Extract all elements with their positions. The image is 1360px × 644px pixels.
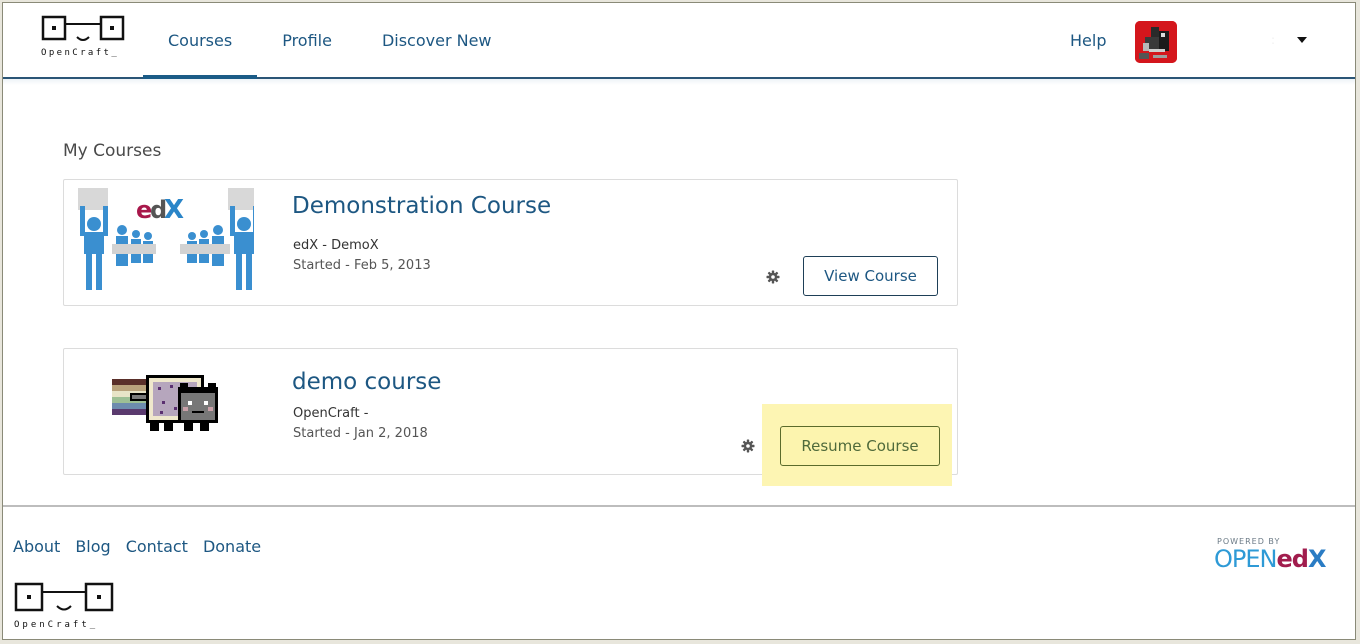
edx-puzzle-people-icon: e d X <box>78 188 258 290</box>
logo-text: OpenCraft_ <box>41 48 120 58</box>
nyan-cat-icon <box>112 375 218 431</box>
course-org: edX - DemoX <box>293 238 379 253</box>
main-nav: Courses Profile Discover New <box>143 3 517 79</box>
course-org: OpenCraft - <box>293 406 369 421</box>
course-image-nyan-cat[interactable] <box>74 353 254 469</box>
footer-link-blog[interactable]: Blog <box>75 537 110 556</box>
gear-icon[interactable] <box>741 438 755 453</box>
svg-text:X: X <box>164 195 184 225</box>
footer-link-about[interactable]: About <box>13 537 60 556</box>
view-course-button[interactable]: View Course <box>803 256 938 296</box>
powered-by-open-edx-logo[interactable]: POWERED BY OPENedX <box>1210 537 1340 577</box>
help-link[interactable]: Help <box>1070 31 1106 50</box>
opencraft-glasses-icon <box>14 582 114 612</box>
course-start-date: Started - Feb 5, 2013 <box>293 258 431 273</box>
open-text: OPEN <box>1214 545 1277 573</box>
x-text: X <box>1307 545 1326 573</box>
avatar-image-icon <box>1135 21 1177 63</box>
footer-link-contact[interactable]: Contact <box>126 537 188 556</box>
footer-link-donate[interactable]: Donate <box>203 537 261 556</box>
caret-down-icon[interactable] <box>1297 37 1307 43</box>
opencraft-logo[interactable]: OpenCraft_ <box>41 15 125 63</box>
ed-text: ed <box>1276 545 1308 573</box>
page: OpenCraft_ Courses Profile Discover New … <box>2 2 1356 640</box>
footer-opencraft-logo[interactable]: OpenCraft_ <box>14 582 114 632</box>
footer-nav: About Blog Contact Donate <box>13 537 261 556</box>
logo-text: OpenCraft_ <box>14 620 99 630</box>
gear-icon[interactable] <box>766 269 780 284</box>
resume-course-button[interactable]: Resume Course <box>780 426 940 466</box>
header-shadow <box>3 79 1355 85</box>
site-header: OpenCraft_ Courses Profile Discover New … <box>3 3 1355 79</box>
nav-profile[interactable]: Profile <box>257 3 357 77</box>
course-start-date: Started - Jan 2, 2018 <box>293 426 428 441</box>
course-card: e d X Demonstration Course edX - DemoX S… <box>63 179 958 306</box>
course-title-link[interactable]: Demonstration Course <box>292 193 551 219</box>
course-title-link[interactable]: demo course <box>292 369 441 395</box>
opencraft-glasses-icon <box>41 15 125 41</box>
my-courses-heading: My Courses <box>63 141 162 161</box>
nav-courses[interactable]: Courses <box>143 3 258 79</box>
user-avatar[interactable] <box>1135 21 1177 63</box>
course-image-edx[interactable]: e d X <box>74 184 258 300</box>
nav-discover-new[interactable]: Discover New <box>357 3 517 77</box>
open-edx-wordmark: OPENedX <box>1214 545 1326 573</box>
footer-divider <box>3 505 1355 507</box>
username[interactable]: : <box>1271 33 1275 47</box>
